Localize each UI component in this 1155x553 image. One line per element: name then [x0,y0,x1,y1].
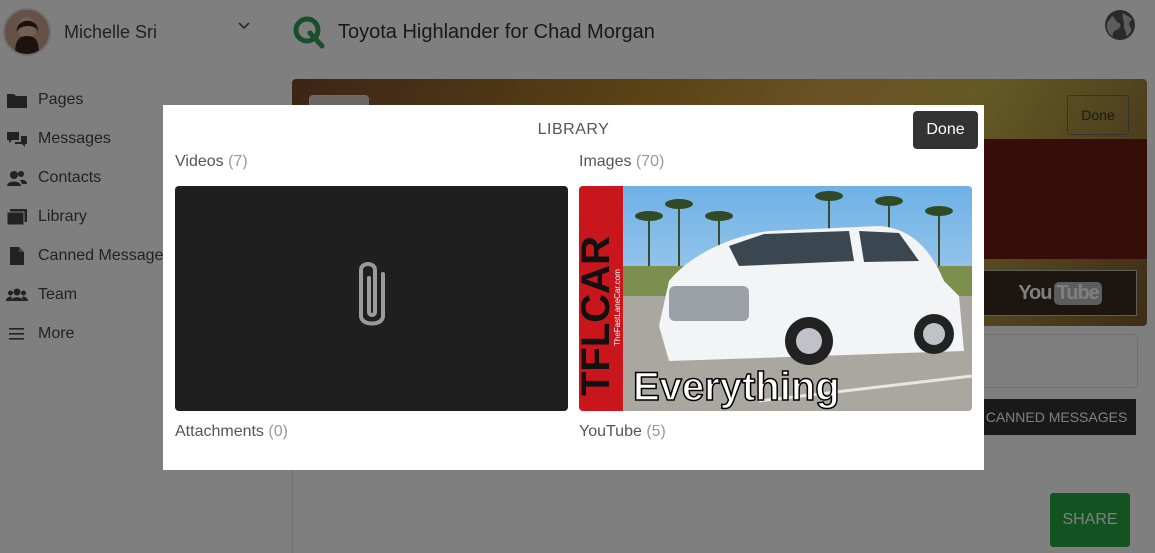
youtube-count: (5) [646,423,666,440]
videos-label: Videos (7) [175,153,248,171]
attachments-label: Attachments (0) [175,423,288,441]
app-root: Michelle Sri Pages Messages Contacts Lib… [0,0,1155,553]
library-modal: LIBRARY Done Videos (7) Images (70) TFLC… [163,105,984,470]
done-button[interactable]: Done [913,111,978,149]
youtube-tile[interactable]: TFLCAR TheFastLaneCar.com Everything [579,186,972,411]
youtube-thumbnail: TFLCAR TheFastLaneCar.com Everything [579,186,972,411]
site-watermark: TheFastLaneCar.com [613,269,622,346]
images-count: (70) [635,153,665,170]
attachments-label-text: Attachments [175,423,264,440]
attachments-tile[interactable] [175,186,568,411]
thumbnail-caption: Everything [633,365,840,409]
youtube-label: YouTube (5) [579,423,666,441]
videos-label-text: Videos [175,153,224,170]
paperclip-icon [359,262,385,326]
youtube-label-text: YouTube [579,423,642,440]
images-label-text: Images [579,153,632,170]
attachments-count: (0) [268,423,288,440]
modal-title: LIBRARY [537,121,610,138]
images-label: Images (70) [579,153,664,171]
videos-count: (7) [228,153,248,170]
